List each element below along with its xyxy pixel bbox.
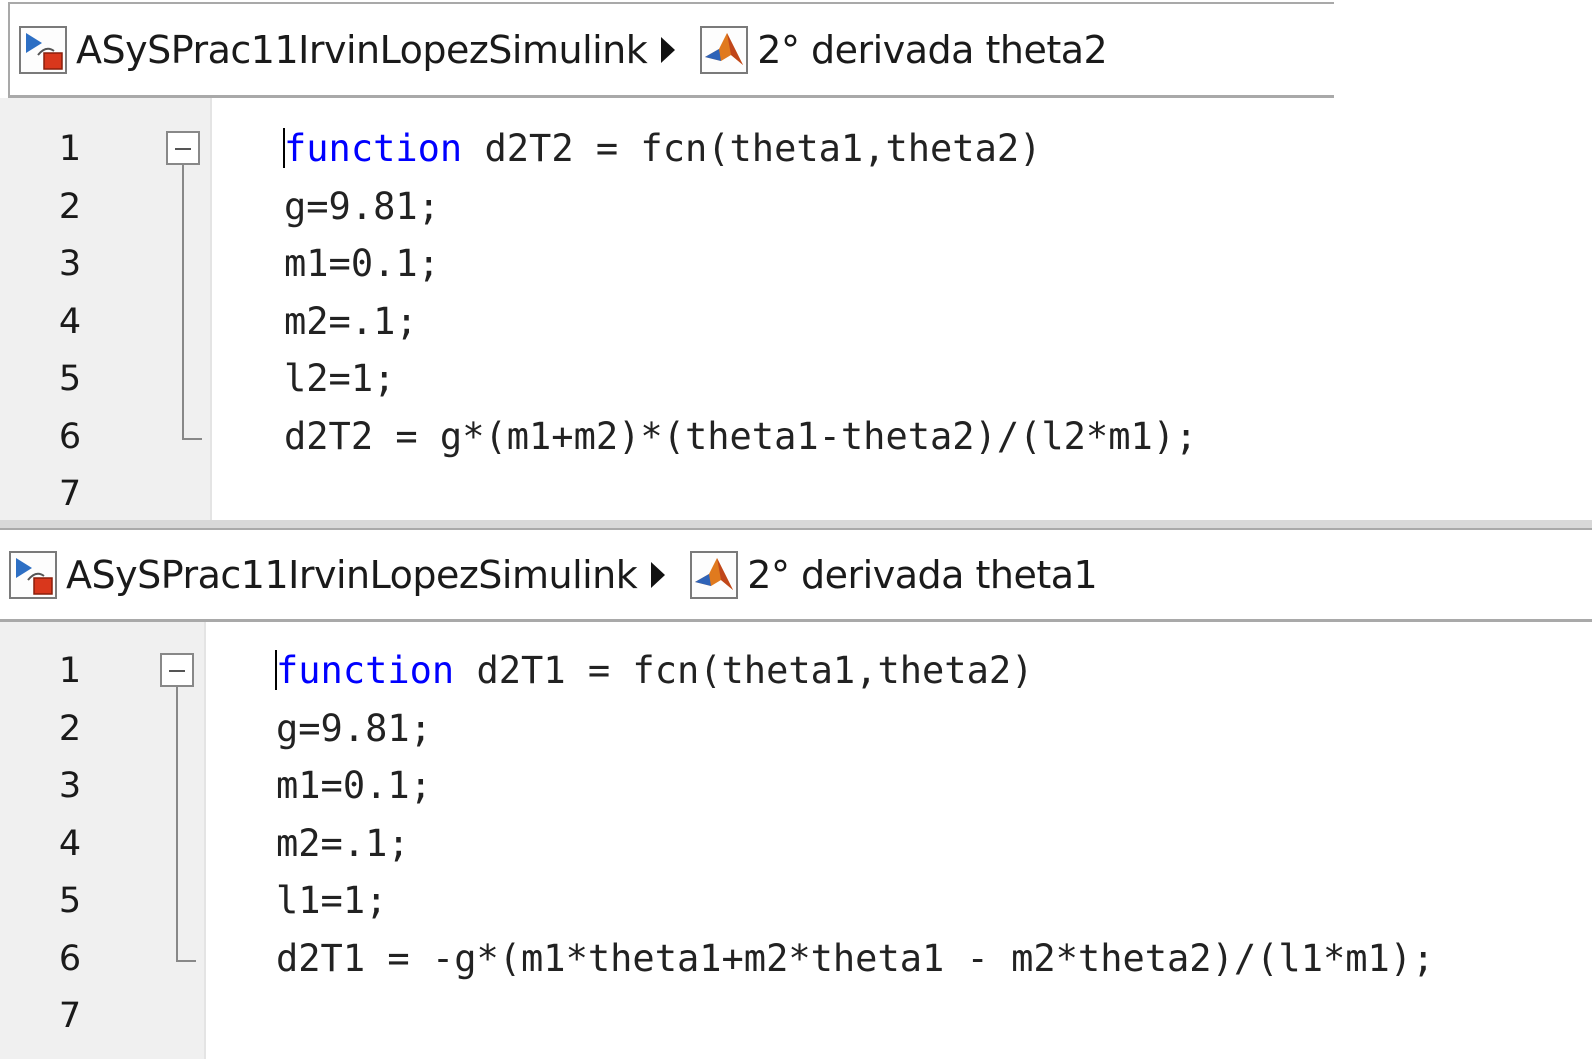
breadcrumb: ASySPrac11IrvinLopezSimulink 2° derivada… xyxy=(0,528,1592,622)
code-line: 3 m1=0.1; xyxy=(0,757,1592,815)
line-number: 7 xyxy=(58,474,82,514)
code-line: 3 m1=0.1; xyxy=(0,235,1334,293)
line-number: 6 xyxy=(58,939,82,979)
code-text[interactable]: m1=0.1; xyxy=(284,235,440,293)
line-number: 4 xyxy=(58,302,82,342)
code-line: 4 m2=.1; xyxy=(0,293,1334,351)
breadcrumb-block-label: 2° derivada theta1 xyxy=(747,552,1098,597)
text-caret xyxy=(283,128,285,168)
code-line: 4 m2=.1; xyxy=(0,815,1592,873)
triangle-right-icon xyxy=(649,560,667,590)
simulink-model-icon[interactable] xyxy=(18,25,68,75)
code-text[interactable]: m2=.1; xyxy=(276,815,410,873)
code-line: 6 d2T2 = g*(m1+m2)*(theta1-theta2)/(l2*m… xyxy=(0,408,1334,466)
text-caret xyxy=(275,650,277,690)
code-rest: d2T2 = fcn(theta1,theta2) xyxy=(462,127,1042,170)
line-number: 1 xyxy=(58,129,82,169)
code-line: 5 l1=1; xyxy=(0,872,1592,930)
breadcrumb: ASySPrac11IrvinLopezSimulink 2° derivada… xyxy=(8,2,1334,98)
code-line: 2 g=9.81; xyxy=(0,178,1334,236)
code-text[interactable]: m2=.1; xyxy=(284,293,418,351)
line-number: 7 xyxy=(58,996,82,1036)
code-editor[interactable]: 1 function d2T2 = fcn(theta1,theta2) 2 g… xyxy=(0,98,1334,528)
code-rest: d2T1 = fcn(theta1,theta2) xyxy=(454,649,1034,692)
keyword: function xyxy=(276,649,455,692)
editor-panel-theta2: ASySPrac11IrvinLopezSimulink 2° derivada… xyxy=(0,0,1334,528)
matlab-function-icon[interactable] xyxy=(689,550,739,600)
code-line: 5 l2=1; xyxy=(0,350,1334,408)
breadcrumb-model-link[interactable]: ASySPrac11IrvinLopezSimulink xyxy=(76,28,648,72)
line-number: 5 xyxy=(58,359,82,399)
code-text[interactable]: d2T1 = -g*(m1*theta1+m2*theta1 - m2*thet… xyxy=(276,930,1434,988)
triangle-right-icon xyxy=(659,35,677,65)
line-number: 5 xyxy=(58,881,82,921)
simulink-model-icon[interactable] xyxy=(8,550,58,600)
code-line: 2 g=9.81; xyxy=(0,700,1592,758)
line-number: 2 xyxy=(58,187,82,227)
code-text[interactable]: d2T2 = g*(m1+m2)*(theta1-theta2)/(l2*m1)… xyxy=(284,408,1197,466)
code-text[interactable]: g=9.81; xyxy=(276,700,432,758)
code-line: 7 xyxy=(0,465,1334,523)
code-line: 6 d2T1 = -g*(m1*theta1+m2*theta1 - m2*th… xyxy=(0,930,1592,988)
code-line: 7 xyxy=(0,987,1592,1045)
line-number: 1 xyxy=(58,651,82,691)
matlab-function-icon[interactable] xyxy=(699,25,749,75)
code-text[interactable]: function d2T1 = fcn(theta1,theta2) xyxy=(276,642,1033,700)
line-number: 6 xyxy=(58,417,82,457)
code-editor[interactable]: 1 function d2T1 = fcn(theta1,theta2) 2 g… xyxy=(0,622,1592,1059)
code-text[interactable]: m1=0.1; xyxy=(276,757,432,815)
line-number: 2 xyxy=(58,709,82,749)
code-text[interactable]: g=9.81; xyxy=(284,178,440,236)
line-number: 4 xyxy=(58,824,82,864)
line-number: 3 xyxy=(58,244,82,284)
code-text[interactable]: function d2T2 = fcn(theta1,theta2) xyxy=(284,120,1041,178)
code-line: 1 function d2T1 = fcn(theta1,theta2) xyxy=(0,642,1592,700)
line-number: 3 xyxy=(58,766,82,806)
keyword: function xyxy=(284,127,463,170)
breadcrumb-block-label: 2° derivada theta2 xyxy=(757,27,1108,72)
code-text[interactable]: l1=1; xyxy=(276,872,387,930)
breadcrumb-model-link[interactable]: ASySPrac11IrvinLopezSimulink xyxy=(66,553,638,597)
editor-panel-theta1: ASySPrac11IrvinLopezSimulink 2° derivada… xyxy=(0,528,1592,1059)
code-text[interactable]: l2=1; xyxy=(284,350,395,408)
panel-divider xyxy=(0,520,1592,528)
code-line: 1 function d2T2 = fcn(theta1,theta2) xyxy=(0,120,1334,178)
